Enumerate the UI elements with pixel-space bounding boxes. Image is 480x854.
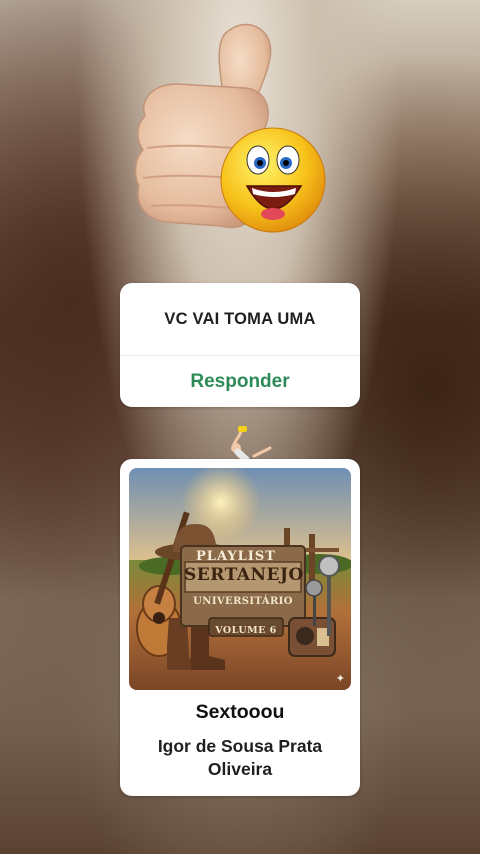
- quoted-message-card: VC VAI TOMA UMA Responder: [120, 283, 360, 407]
- cover-subtitle-text: UNIVERSITÁRIO: [193, 596, 293, 607]
- playlist-title: Sextooou: [195, 701, 285, 723]
- cover-playlist-text: PLAYLIST: [196, 549, 276, 564]
- thumbs-up-smiley-icon: [125, 18, 335, 243]
- quoted-message-text: VC VAI TOMA UMA: [120, 283, 360, 356]
- cover-genre-text: SERTANEJO: [184, 565, 304, 585]
- cover-volume-text: VOLUME 6: [215, 625, 277, 636]
- sparkle-icon: ✦: [335, 673, 345, 685]
- playlist-cover-image[interactable]: PLAYLIST SERTANEJO UNIVERSITÁRIO VOLUME …: [129, 468, 351, 690]
- reply-button[interactable]: Responder: [120, 356, 360, 407]
- playlist-author: Igor de Sousa Prata Oliveira: [157, 736, 323, 779]
- playlist-card[interactable]: PLAYLIST SERTANEJO UNIVERSITÁRIO VOLUME …: [120, 459, 360, 796]
